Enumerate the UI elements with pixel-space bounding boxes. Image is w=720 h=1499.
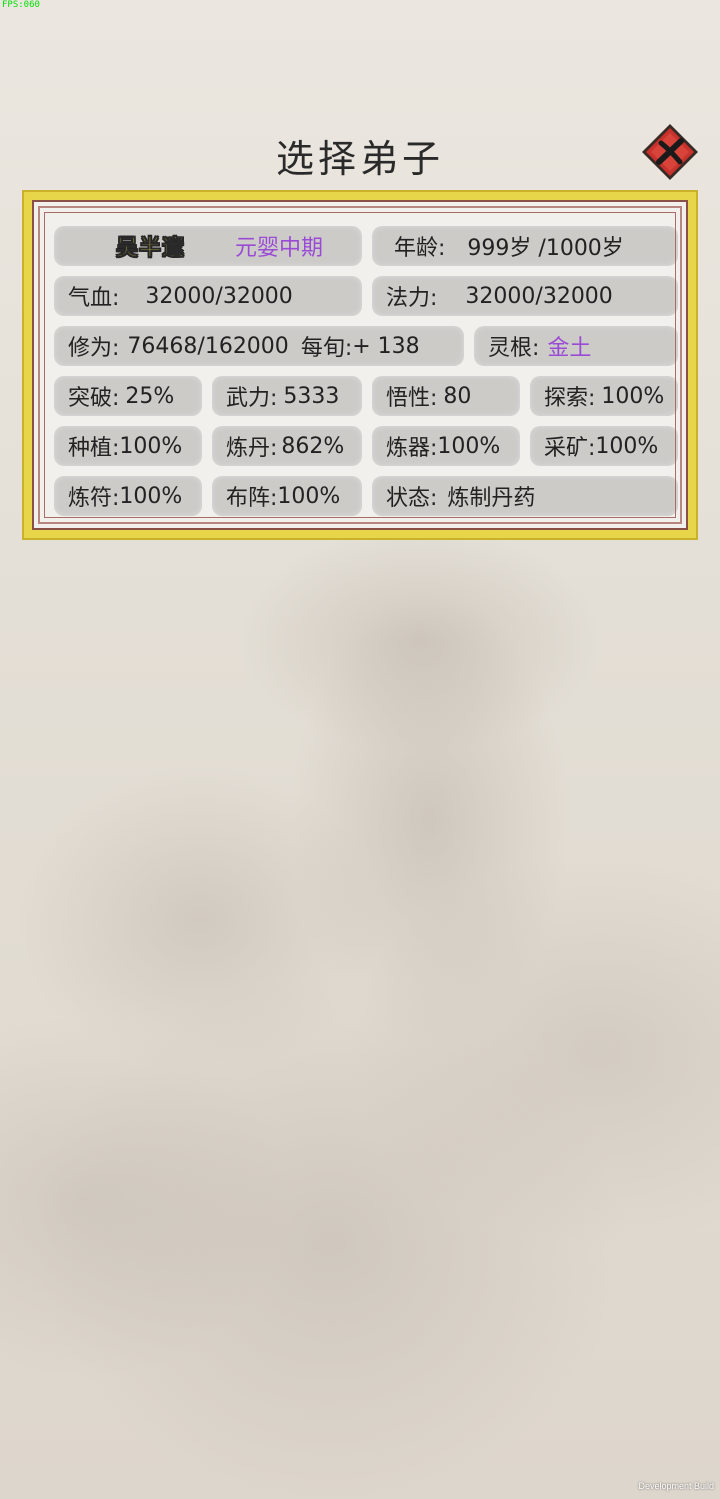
explore-cell: 探索: 100%	[530, 376, 678, 416]
root-value: 金土	[547, 336, 592, 361]
hp-value: 32000/32000	[145, 283, 293, 309]
force-value: 5333	[283, 383, 340, 409]
forge-cell: 炼器: 100%	[372, 426, 520, 466]
status-cell: 状态: 炼制丹药	[372, 476, 678, 516]
forge-label: 炼器:	[386, 436, 438, 461]
close-button[interactable]	[640, 122, 700, 182]
hp-label: 气血:	[68, 286, 120, 311]
mining-value: 100%	[595, 433, 659, 459]
insight-value: 80	[443, 383, 472, 409]
breakthrough-cell: 突破: 25%	[54, 376, 202, 416]
plant-label: 种植:	[68, 436, 120, 461]
development-build-label: Development Build	[638, 1481, 714, 1491]
cultivation-label: 修为:	[68, 336, 120, 361]
formation-label: 布阵:	[226, 486, 278, 511]
cultivation-cell: 修为: 76468/162000 每旬: + 138	[54, 326, 464, 366]
fps-counter: FPS:060	[2, 0, 40, 10]
insight-label: 悟性:	[386, 386, 438, 411]
mp-cell: 法力: 32000/32000	[372, 276, 678, 316]
disciple-name: 吴半邃	[116, 236, 186, 262]
formation-cell: 布阵: 100%	[212, 476, 362, 516]
root-label: 灵根:	[488, 336, 540, 361]
breakthrough-value: 25%	[125, 383, 175, 409]
forge-value: 100%	[437, 433, 501, 459]
mp-label: 法力:	[386, 286, 438, 311]
per-turn-value: + 138	[352, 333, 420, 359]
alchemy-value: 862%	[281, 433, 345, 459]
talisman-value: 100%	[119, 483, 183, 509]
talisman-cell: 炼符: 100%	[54, 476, 202, 516]
breakthrough-label: 突破:	[68, 386, 120, 411]
alchemy-label: 炼丹:	[226, 436, 278, 461]
status-value: 炼制丹药	[447, 486, 536, 511]
insight-cell: 悟性: 80	[372, 376, 520, 416]
disciple-realm: 元婴中期	[235, 236, 324, 261]
mining-label: 采矿:	[544, 436, 596, 461]
force-label: 武力:	[226, 386, 278, 411]
age-label: 年龄:	[394, 236, 446, 261]
page-title: 选择弟子	[275, 137, 444, 181]
talisman-label: 炼符:	[68, 486, 120, 511]
mining-cell: 采矿: 100%	[530, 426, 678, 466]
per-turn-label: 每旬:	[300, 336, 353, 361]
alchemy-cell: 炼丹: 862%	[212, 426, 362, 466]
name-realm-cell[interactable]: 吴半邃 元婴中期	[54, 226, 362, 266]
force-cell: 武力: 5333	[212, 376, 362, 416]
spirit-root-cell: 灵根: 金土	[474, 326, 678, 366]
age-value: 999岁 /1000岁	[467, 236, 624, 261]
explore-label: 探索:	[544, 386, 596, 411]
disciple-info-panel: 吴半邃 元婴中期 年龄: 999岁 /1000岁 气血: 32000/32000…	[22, 190, 698, 540]
close-x-icon	[642, 124, 698, 180]
plant-cell: 种植: 100%	[54, 426, 202, 466]
status-label: 状态:	[386, 486, 438, 511]
formation-value: 100%	[277, 483, 341, 509]
plant-value: 100%	[119, 433, 183, 459]
mp-value: 32000/32000	[465, 283, 613, 309]
panel-frame: 吴半邃 元婴中期 年龄: 999岁 /1000岁 气血: 32000/32000…	[32, 200, 688, 530]
hp-cell: 气血: 32000/32000	[54, 276, 362, 316]
cultivation-value: 76468/162000	[127, 333, 289, 359]
explore-value: 100%	[601, 383, 665, 409]
age-cell: 年龄: 999岁 /1000岁	[372, 226, 678, 266]
